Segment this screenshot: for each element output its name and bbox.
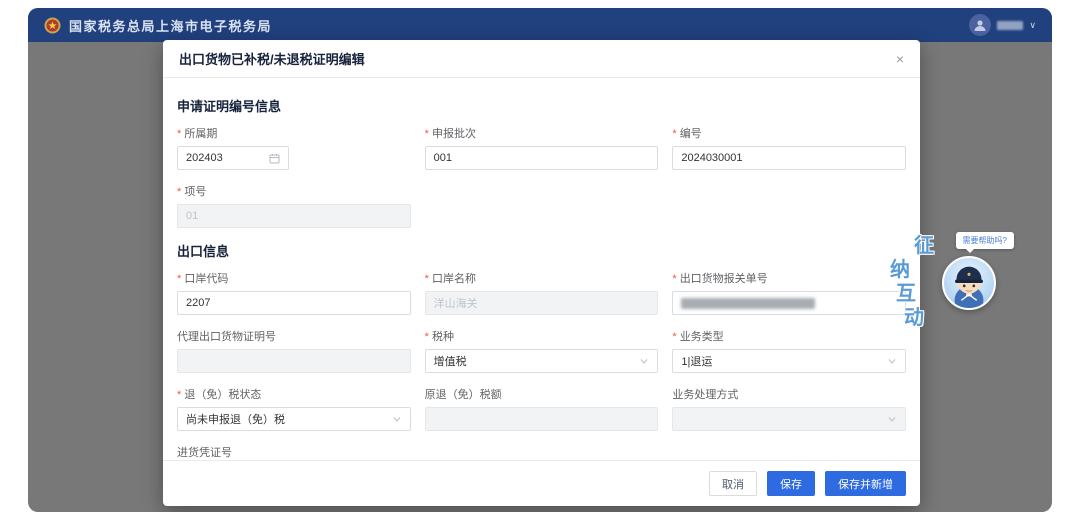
- agent-cert-no-input: [177, 349, 411, 373]
- field-period: 所属期 202403: [177, 125, 411, 170]
- tax-type-label: 税种: [425, 328, 659, 344]
- section-title-export-info: 出口信息: [177, 244, 230, 259]
- field-item-no: 项号 01: [177, 183, 411, 228]
- port-name-label: 口岸名称: [425, 270, 659, 286]
- field-batch: 申报批次 001: [424, 125, 659, 170]
- user-avatar-icon[interactable]: [969, 14, 992, 36]
- form-row: 项号 01: [177, 183, 906, 228]
- refund-status-select[interactable]: 尚未申报退（免）税: [177, 407, 411, 431]
- assistant-label-char: 纳: [890, 259, 910, 281]
- modal-title: 出口货物已补税/未退税证明编辑: [179, 52, 365, 67]
- calendar-icon[interactable]: [269, 153, 280, 164]
- field-number: 编号 2024030001: [672, 125, 907, 170]
- tax-type-value: 增值税: [433, 356, 467, 368]
- form-row: 进货凭证号: [177, 444, 906, 460]
- edit-certificate-modal: 出口货物已补税/未退税证明编辑 × 申请证明编号信息 所属期 202403: [163, 40, 920, 506]
- modal-body: 申请证明编号信息 所属期 202403: [163, 78, 920, 460]
- modal-footer: 取消 保存 保存并新增: [163, 460, 920, 506]
- refund-status-value: 尚未申报退（免）税: [186, 414, 285, 426]
- brand: 国家税务总局上海市电子税务局: [44, 16, 272, 35]
- assistant-label: 征 纳 互 动: [888, 234, 934, 330]
- tax-assistant-widget[interactable]: 需要帮助吗? 征 纳 互 动: [876, 220, 1018, 348]
- close-icon[interactable]: ×: [896, 52, 904, 66]
- business-type-label: 业务类型: [672, 328, 906, 344]
- cancel-button[interactable]: 取消: [709, 471, 757, 496]
- tax-officer-mascot-icon[interactable]: [942, 256, 996, 310]
- process-method-select: [672, 407, 907, 431]
- customs-no-input[interactable]: [672, 291, 907, 315]
- assistant-label-char: 互: [896, 283, 916, 305]
- port-code-input[interactable]: 2207: [177, 291, 411, 315]
- original-refund-input: [424, 407, 659, 431]
- number-value: 2024030001: [681, 152, 743, 164]
- customs-no-label: 出口货物报关单号: [672, 270, 906, 286]
- chevron-down-icon: [887, 356, 897, 366]
- form-row: 代理出口货物证明号 税种 增值税 业务类型: [177, 328, 907, 373]
- period-label: 所属期: [177, 125, 411, 141]
- port-code-value: 2207: [186, 297, 211, 309]
- batch-label: 申报批次: [425, 125, 659, 141]
- chevron-down-icon[interactable]: ∨: [1029, 20, 1036, 30]
- agent-cert-no-label: 代理出口货物证明号: [177, 331, 276, 343]
- field-agent-cert-no: 代理出口货物证明号: [177, 328, 411, 373]
- assistant-tooltip: 需要帮助吗?: [955, 232, 1014, 253]
- field-process-method: 业务处理方式: [672, 386, 907, 431]
- business-type-select[interactable]: 1|退运: [672, 349, 907, 373]
- period-input[interactable]: 202403: [177, 146, 289, 170]
- field-purchase-voucher: 进货凭证号: [177, 444, 411, 460]
- section-title-apply-info: 申请证明编号信息: [177, 99, 282, 114]
- form-row: 所属期 202403 申报批: [177, 125, 907, 170]
- field-port-name: 口岸名称 洋山海关: [424, 270, 659, 315]
- port-code-label: 口岸代码: [177, 270, 411, 286]
- field-port-code: 口岸代码 2207: [177, 270, 411, 315]
- field-original-refund: 原退（免）税额: [424, 386, 659, 431]
- app-frame: 国家税务总局上海市电子税务局 ∨ 出口货物已补税/未退税证明编辑 × 申请证明编…: [28, 8, 1052, 512]
- number-label: 编号: [672, 125, 906, 141]
- chevron-down-icon: [639, 356, 649, 366]
- original-refund-label: 原退（免）税额: [424, 389, 502, 401]
- app-title: 国家税务总局上海市电子税务局: [69, 18, 273, 34]
- national-emblem-icon: [44, 17, 61, 34]
- item-no-input: 01: [177, 204, 411, 228]
- chevron-down-icon: [392, 414, 402, 424]
- port-name-value: 洋山海关: [433, 298, 478, 310]
- number-input[interactable]: 2024030001: [672, 146, 907, 170]
- form-row: 退（免）税状态 尚未申报退（免）税 原退（免）税额 业务处理方式: [177, 386, 907, 431]
- field-refund-status: 退（免）税状态 尚未申报退（免）税: [177, 386, 411, 431]
- field-customs-no: 出口货物报关单号: [672, 270, 907, 315]
- batch-input[interactable]: 001: [424, 146, 659, 170]
- assistant-label-char: 动: [904, 307, 924, 329]
- item-no-value: 01: [186, 210, 199, 222]
- port-name-input: 洋山海关: [424, 291, 659, 315]
- chevron-down-icon: [887, 414, 897, 424]
- field-business-type: 业务类型 1|退运: [672, 328, 907, 373]
- assistant-label-char: 征: [914, 235, 934, 257]
- refund-status-label: 退（免）税状态: [177, 386, 411, 402]
- purchase-voucher-label: 进货凭证号: [177, 447, 232, 459]
- batch-value: 001: [433, 152, 453, 164]
- save-button[interactable]: 保存: [767, 471, 815, 496]
- save-and-new-button[interactable]: 保存并新增: [825, 471, 906, 496]
- customs-no-redacted-value: [681, 297, 816, 309]
- tax-type-select[interactable]: 增值税: [424, 349, 659, 373]
- topbar: 国家税务总局上海市电子税务局 ∨: [28, 8, 1052, 42]
- modal-header: 出口货物已补税/未退税证明编辑 ×: [163, 40, 920, 78]
- item-no-label: 项号: [177, 183, 411, 199]
- user-menu[interactable]: ∨: [969, 14, 1036, 36]
- process-method-label: 业务处理方式: [672, 389, 739, 401]
- field-tax-type: 税种 增值税: [424, 328, 659, 373]
- period-value: 202403: [186, 152, 223, 164]
- username-redacted: [997, 20, 1024, 30]
- form-row: 口岸代码 2207 口岸名称 洋山海关 出口货物报关单号: [177, 270, 907, 315]
- business-type-value: 1|退运: [681, 356, 713, 368]
